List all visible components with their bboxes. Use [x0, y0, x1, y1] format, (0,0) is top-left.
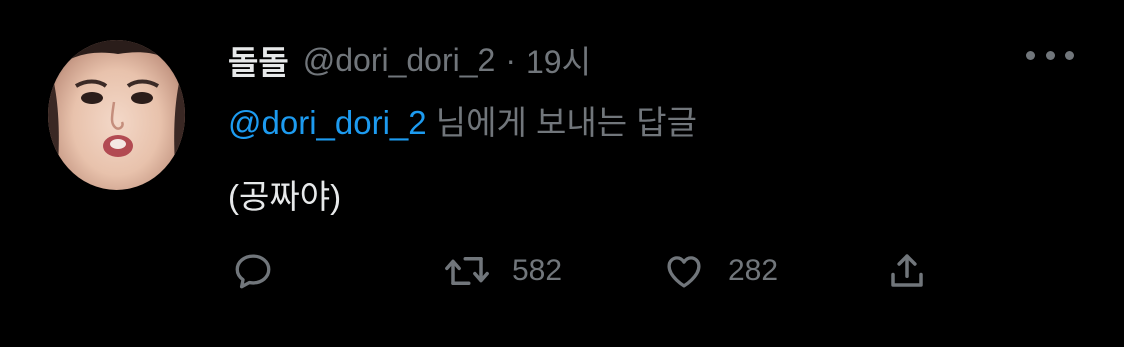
speech-bubble-icon: [235, 254, 271, 289]
user-handle[interactable]: @dori_dori_2: [303, 42, 496, 79]
display-name[interactable]: 돌돌: [228, 36, 289, 84]
tweet[interactable]: 돌돌 @dori_dori_2 · 19시 @dori_dori_2 님에게 보…: [0, 0, 1124, 347]
like-count: 282: [728, 254, 779, 287]
heart-icon: [667, 256, 701, 288]
tweet-text: (공짜야): [228, 178, 342, 215]
retweet-count: 582: [512, 254, 563, 287]
dot-icon: [1045, 50, 1055, 60]
separator-dot: ·: [505, 41, 516, 78]
more-options-button[interactable]: [1026, 40, 1074, 70]
retweet-icon: [445, 257, 489, 285]
like-button[interactable]: 282: [662, 246, 778, 296]
reply-to-line: @dori_dori_2 님에게 보내는 답글: [228, 96, 697, 144]
reply-to-label: 님에게 보내는 답글: [426, 104, 698, 141]
tweet-header: 돌돌 @dori_dori_2 · 19시: [228, 38, 591, 82]
timestamp[interactable]: 19시: [526, 37, 591, 83]
share-upload-icon: [891, 254, 923, 287]
dot-icon: [1065, 50, 1074, 60]
avatar-image: [48, 40, 185, 190]
share-button[interactable]: [886, 246, 928, 296]
action-bar: 582 282: [228, 246, 948, 296]
retweet-button[interactable]: 582: [444, 246, 562, 296]
dot-icon: [1026, 50, 1035, 60]
reply-button[interactable]: [232, 246, 274, 296]
avatar[interactable]: [48, 40, 185, 190]
reply-mention-link[interactable]: @dori_dori_2: [228, 104, 427, 141]
